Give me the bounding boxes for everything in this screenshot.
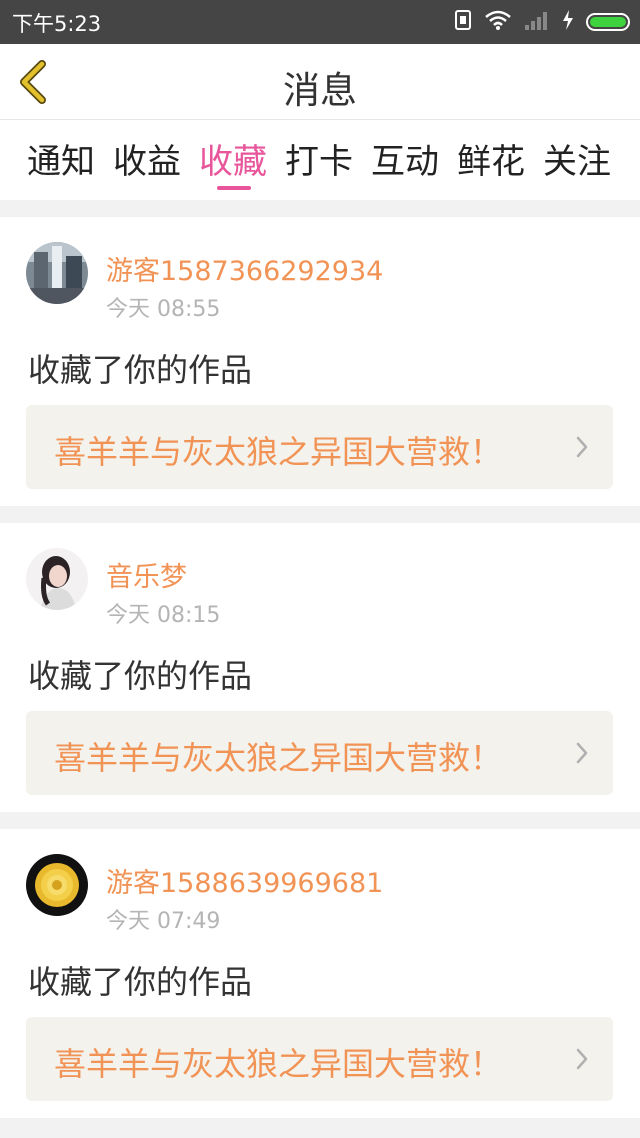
work-link[interactable]: 喜羊羊与灰太狼之异国大营救！ <box>26 405 613 489</box>
chevron-right-icon <box>576 436 588 458</box>
timestamp: 今天 07:49 <box>106 909 221 934</box>
action-text: 收藏了你的作品 <box>28 351 253 389</box>
tab-favorites[interactable]: 收藏 <box>199 134 267 183</box>
message-card: 游客1588639969681 今天 07:49 收藏了你的作品 喜羊羊与灰太狼… <box>0 829 640 1118</box>
username[interactable]: 音乐梦 <box>106 555 187 594</box>
status-icons <box>454 8 630 36</box>
avatar[interactable] <box>26 242 88 304</box>
action-text: 收藏了你的作品 <box>28 963 253 1001</box>
tab-earnings[interactable]: 收益 <box>113 134 181 183</box>
tab-follow[interactable]: 关注 <box>543 134 611 183</box>
avatar[interactable] <box>26 854 88 916</box>
battery-fill <box>590 17 626 27</box>
active-tab-indicator <box>217 186 251 190</box>
avatar[interactable] <box>26 548 88 610</box>
work-title: 喜羊羊与灰太狼之异国大营救！ <box>54 1045 503 1083</box>
username[interactable]: 游客1587366292934 <box>106 249 383 288</box>
chevron-right-icon <box>576 742 588 764</box>
timestamp: 今天 08:15 <box>106 603 221 628</box>
signal-icon <box>524 9 550 35</box>
work-link[interactable]: 喜羊羊与灰太狼之异国大营救！ <box>26 711 613 795</box>
charging-icon <box>562 9 574 35</box>
message-card: 游客1587366292934 今天 08:55 收藏了你的作品 喜羊羊与灰太狼… <box>0 217 640 506</box>
username[interactable]: 游客1588639969681 <box>106 861 383 900</box>
sim-icon <box>454 9 472 35</box>
work-title: 喜羊羊与灰太狼之异国大营救！ <box>54 739 503 777</box>
wifi-icon <box>484 9 512 35</box>
tab-bar: 通知 收益 收藏 打卡 互动 鲜花 关注 <box>0 120 640 200</box>
chevron-right-icon <box>576 1048 588 1070</box>
message-card: 音乐梦 今天 08:15 收藏了你的作品 喜羊羊与灰太狼之异国大营救！ <box>0 523 640 812</box>
tab-flowers[interactable]: 鲜花 <box>457 134 525 183</box>
work-link[interactable]: 喜羊羊与灰太狼之异国大营救！ <box>26 1017 613 1101</box>
tab-interaction[interactable]: 互动 <box>371 134 439 183</box>
battery-icon <box>586 13 630 31</box>
tab-notifications[interactable]: 通知 <box>27 134 95 183</box>
work-title: 喜羊羊与灰太狼之异国大营救！ <box>54 433 503 471</box>
action-text: 收藏了你的作品 <box>28 657 253 695</box>
tab-checkin[interactable]: 打卡 <box>285 134 353 183</box>
title-bar: 消息 <box>0 44 640 120</box>
page-title: 消息 <box>283 69 357 112</box>
status-bar: 下午5:23 <box>0 0 640 44</box>
timestamp: 今天 08:55 <box>106 297 221 322</box>
status-time: 下午5:23 <box>12 12 102 36</box>
